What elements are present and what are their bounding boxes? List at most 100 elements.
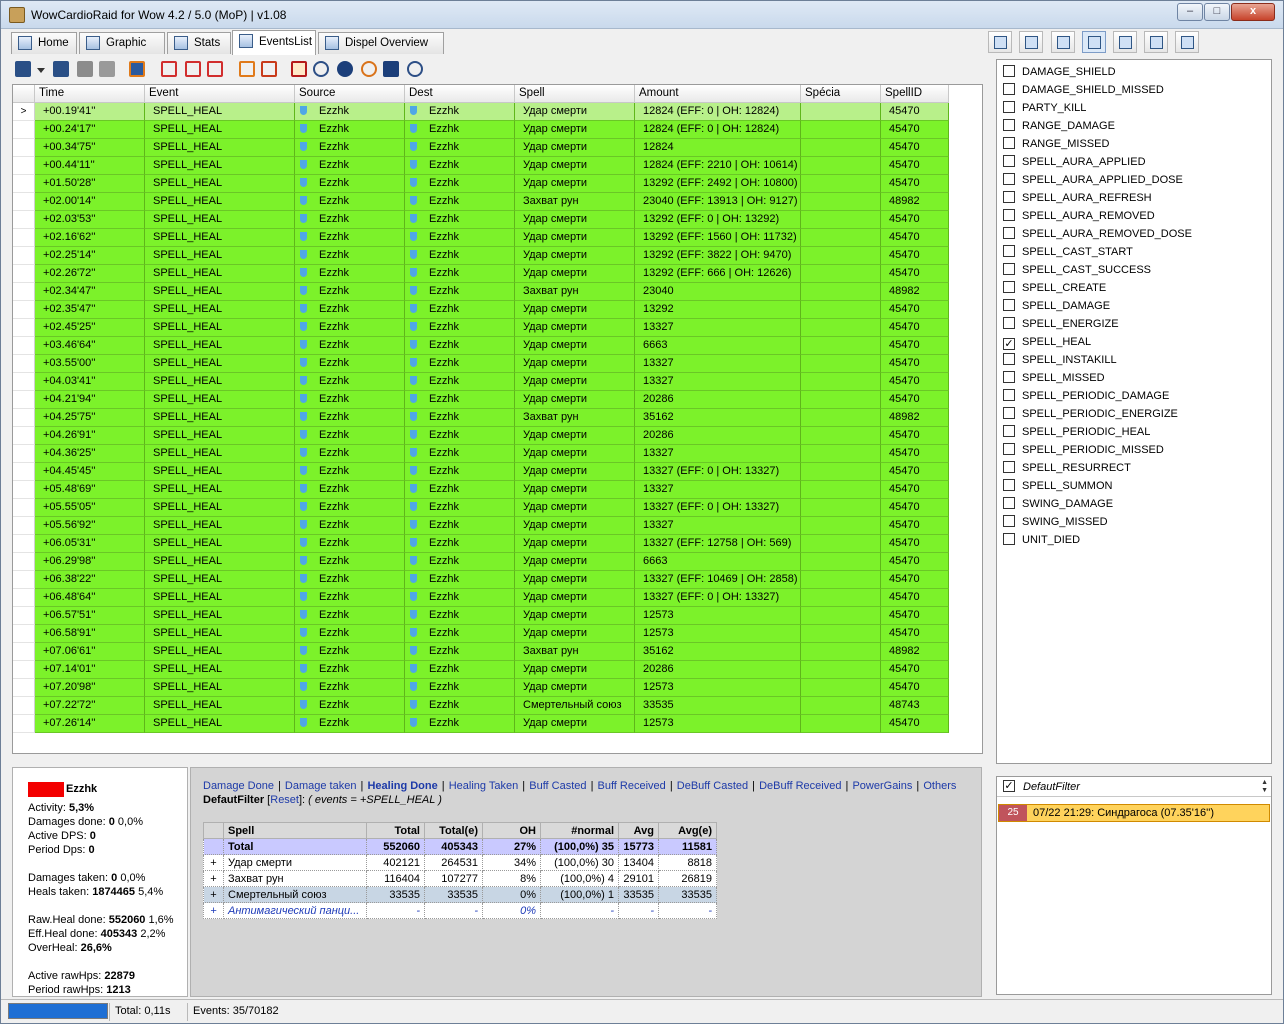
- report-link[interactable]: Healing Taken: [449, 780, 519, 792]
- table-row[interactable]: +06.05'31'' SPELL_HEAL Ezzhk Ezzhk Удар смер…: [13, 535, 949, 553]
- event-filter-item[interactable]: SPELL_AURA_REMOVED_DOSE: [1003, 225, 1192, 243]
- table-row[interactable]: +00.34'75'' SPELL_HEAL Ezzhk Ezzhk Удар смер…: [13, 139, 949, 157]
- save-as-icon[interactable]: [53, 61, 69, 77]
- table-cell[interactable]: +: [203, 870, 224, 887]
- event-filter-item[interactable]: SPELL_PERIODIC_DAMAGE: [1003, 387, 1169, 405]
- event-filter-item[interactable]: SPELL_PERIODIC_MISSED: [1003, 441, 1164, 459]
- event-filter-item[interactable]: SPELL_CAST_START: [1003, 243, 1133, 261]
- panel-icon-3[interactable]: [1175, 31, 1199, 53]
- col-header-spell[interactable]: Spell: [515, 85, 635, 103]
- col-header-specia[interactable]: Spécia: [801, 85, 881, 103]
- table-row[interactable]: +07.06'61'' SPELL_HEAL Ezzhk Ezzhk Захват ру…: [13, 643, 949, 661]
- table-row[interactable]: +02.35'47'' SPELL_HEAL Ezzhk Ezzhk Удар смер…: [13, 301, 949, 319]
- col-header-event[interactable]: Event: [145, 85, 295, 103]
- filter-checkbox[interactable]: [1003, 191, 1015, 203]
- event-filter-item[interactable]: RANGE_MISSED: [1003, 135, 1109, 153]
- forward-gray-icon[interactable]: [99, 61, 115, 77]
- filter-checkbox[interactable]: [1003, 227, 1015, 239]
- save-icon[interactable]: [15, 61, 31, 77]
- event-filter-item[interactable]: SPELL_ENERGIZE: [1003, 315, 1119, 333]
- search-icon[interactable]: [313, 61, 329, 77]
- report-link[interactable]: Buff Received: [598, 780, 666, 792]
- table-cell[interactable]: +: [203, 902, 224, 919]
- table-row[interactable]: +04.03'41'' SPELL_HEAL Ezzhk Ezzhk Удар смер…: [13, 373, 949, 391]
- filter-gray-icon[interactable]: [77, 61, 93, 77]
- table-row[interactable]: +05.55'05'' SPELL_HEAL Ezzhk Ezzhk Удар смер…: [13, 499, 949, 517]
- tab-graphic[interactable]: Graphic: [79, 32, 165, 54]
- filter-checkbox[interactable]: [1003, 209, 1015, 221]
- table-row[interactable]: +06.29'98'' SPELL_HEAL Ezzhk Ezzhk Удар смер…: [13, 553, 949, 571]
- table-row[interactable]: > +00.19'41'' SPELL_HEAL Ezzhk Ezzhk Удар сме…: [13, 103, 949, 121]
- table-row[interactable]: +07.20'98'' SPELL_HEAL Ezzhk Ezzhk Удар смер…: [13, 679, 949, 697]
- lock-icon[interactable]: [383, 61, 399, 77]
- report-link[interactable]: Others: [923, 780, 956, 792]
- table-row[interactable]: +07.22'72'' SPELL_HEAL Ezzhk Ezzhk Смертельн…: [13, 697, 949, 715]
- close-button[interactable]: x: [1231, 3, 1275, 21]
- event-filter-item[interactable]: DAMAGE_SHIELD: [1003, 63, 1116, 81]
- event-filter-item[interactable]: SPELL_PERIODIC_HEAL: [1003, 423, 1150, 441]
- report-link[interactable]: Damage Done: [203, 780, 274, 792]
- table-cell[interactable]: [203, 838, 224, 855]
- filter-checkbox[interactable]: [1003, 371, 1015, 383]
- event-filter-item[interactable]: SPELL_AURA_REFRESH: [1003, 189, 1152, 207]
- event-filter-item[interactable]: SPELL_CREATE: [1003, 279, 1106, 297]
- table-row[interactable]: +06.48'64'' SPELL_HEAL Ezzhk Ezzhk Удар смер…: [13, 589, 949, 607]
- filter-checkbox[interactable]: [1003, 119, 1015, 131]
- filter-checkbox[interactable]: [1003, 299, 1015, 311]
- image-icon[interactable]: [1019, 31, 1043, 53]
- table-row[interactable]: +00.44'11'' SPELL_HEAL Ezzhk Ezzhk Удар смер…: [13, 157, 949, 175]
- event-filter-item[interactable]: SPELL_PERIODIC_ENERGIZE: [1003, 405, 1178, 423]
- table-row[interactable]: +02.03'53'' SPELL_HEAL Ezzhk Ezzhk Удар смер…: [13, 211, 949, 229]
- comment-icon[interactable]: [1144, 31, 1168, 53]
- chart-icon[interactable]: [1113, 31, 1137, 53]
- event-filter-item[interactable]: SPELL_AURA_REMOVED: [1003, 207, 1155, 225]
- table-row[interactable]: +07.14'01'' SPELL_HEAL Ezzhk Ezzhk Удар смер…: [13, 661, 949, 679]
- filter-checkbox[interactable]: [1003, 101, 1015, 113]
- filter-checkbox[interactable]: [1003, 479, 1015, 491]
- event-filter-item[interactable]: SPELL_SUMMON: [1003, 477, 1112, 495]
- tab-home[interactable]: Home: [11, 32, 77, 54]
- table-row[interactable]: +06.38'22'' SPELL_HEAL Ezzhk Ezzhk Удар смер…: [13, 571, 949, 589]
- filter-checkbox[interactable]: [1003, 263, 1015, 275]
- bracket-icon[interactable]: [291, 61, 307, 77]
- encounter-item[interactable]: 25 07/22 21:29: Синдрагоса (07.35'16''): [998, 804, 1270, 822]
- table-row[interactable]: +02.00'14'' SPELL_HEAL Ezzhk Ezzhk Захват ру…: [13, 193, 949, 211]
- col-header-amount[interactable]: Amount: [635, 85, 801, 103]
- event-filter-item[interactable]: SWING_DAMAGE: [1003, 495, 1113, 513]
- filter-checkbox[interactable]: [1003, 461, 1015, 473]
- event-filter-item[interactable]: SPELL_MISSED: [1003, 369, 1105, 387]
- event-filter-item[interactable]: SWING_MISSED: [1003, 513, 1108, 531]
- report-link[interactable]: DeBuff Casted: [677, 780, 748, 792]
- event-filter-item[interactable]: SPELL_RESURRECT: [1003, 459, 1131, 477]
- filter-checkbox[interactable]: [1003, 137, 1015, 149]
- tab-stats[interactable]: Stats: [167, 32, 231, 54]
- panel-icon-2[interactable]: [1051, 31, 1075, 53]
- clear-dest-icon[interactable]: [207, 61, 223, 77]
- filter-checkbox[interactable]: [1003, 389, 1015, 401]
- table-cell[interactable]: +: [203, 854, 224, 871]
- info-icon[interactable]: [337, 61, 353, 77]
- filter-checkbox[interactable]: [1003, 443, 1015, 455]
- col-header-dest[interactable]: Dest: [405, 85, 515, 103]
- table-row[interactable]: +05.48'69'' SPELL_HEAL Ezzhk Ezzhk Удар смер…: [13, 481, 949, 499]
- filter-checkbox[interactable]: [1003, 497, 1015, 509]
- col-header-time[interactable]: Time: [35, 85, 145, 103]
- event-filter-item[interactable]: DAMAGE_SHIELD_MISSED: [1003, 81, 1164, 99]
- table-row[interactable]: +06.58'91'' SPELL_HEAL Ezzhk Ezzhk Удар смер…: [13, 625, 949, 643]
- spin-arrows-icon[interactable]: ▲ ▼: [1261, 779, 1268, 795]
- events-panel-icon[interactable]: [1082, 31, 1106, 53]
- table-row[interactable]: +04.21'94'' SPELL_HEAL Ezzhk Ezzhk Удар смер…: [13, 391, 949, 409]
- panel-icon-1[interactable]: [988, 31, 1012, 53]
- filter-combo[interactable]: ✓ DefautFilter ▲ ▼: [997, 777, 1271, 797]
- table-row[interactable]: +01.50'28'' SPELL_HEAL Ezzhk Ezzhk Удар смер…: [13, 175, 949, 193]
- event-filter-item[interactable]: UNIT_DIED: [1003, 531, 1080, 549]
- find-next-icon[interactable]: [361, 61, 377, 77]
- table-cell[interactable]: +: [203, 886, 224, 903]
- reset-link[interactable]: Reset: [270, 794, 299, 806]
- table-row[interactable]: +00.24'17'' SPELL_HEAL Ezzhk Ezzhk Удар смер…: [13, 121, 949, 139]
- col-header-source[interactable]: Source: [295, 85, 405, 103]
- table-row[interactable]: +02.25'14'' SPELL_HEAL Ezzhk Ezzhk Удар смер…: [13, 247, 949, 265]
- event-filter-item[interactable]: SPELL_AURA_APPLIED_DOSE: [1003, 171, 1183, 189]
- report-link[interactable]: PowerGains: [852, 780, 912, 792]
- filter-checkbox[interactable]: [1003, 83, 1015, 95]
